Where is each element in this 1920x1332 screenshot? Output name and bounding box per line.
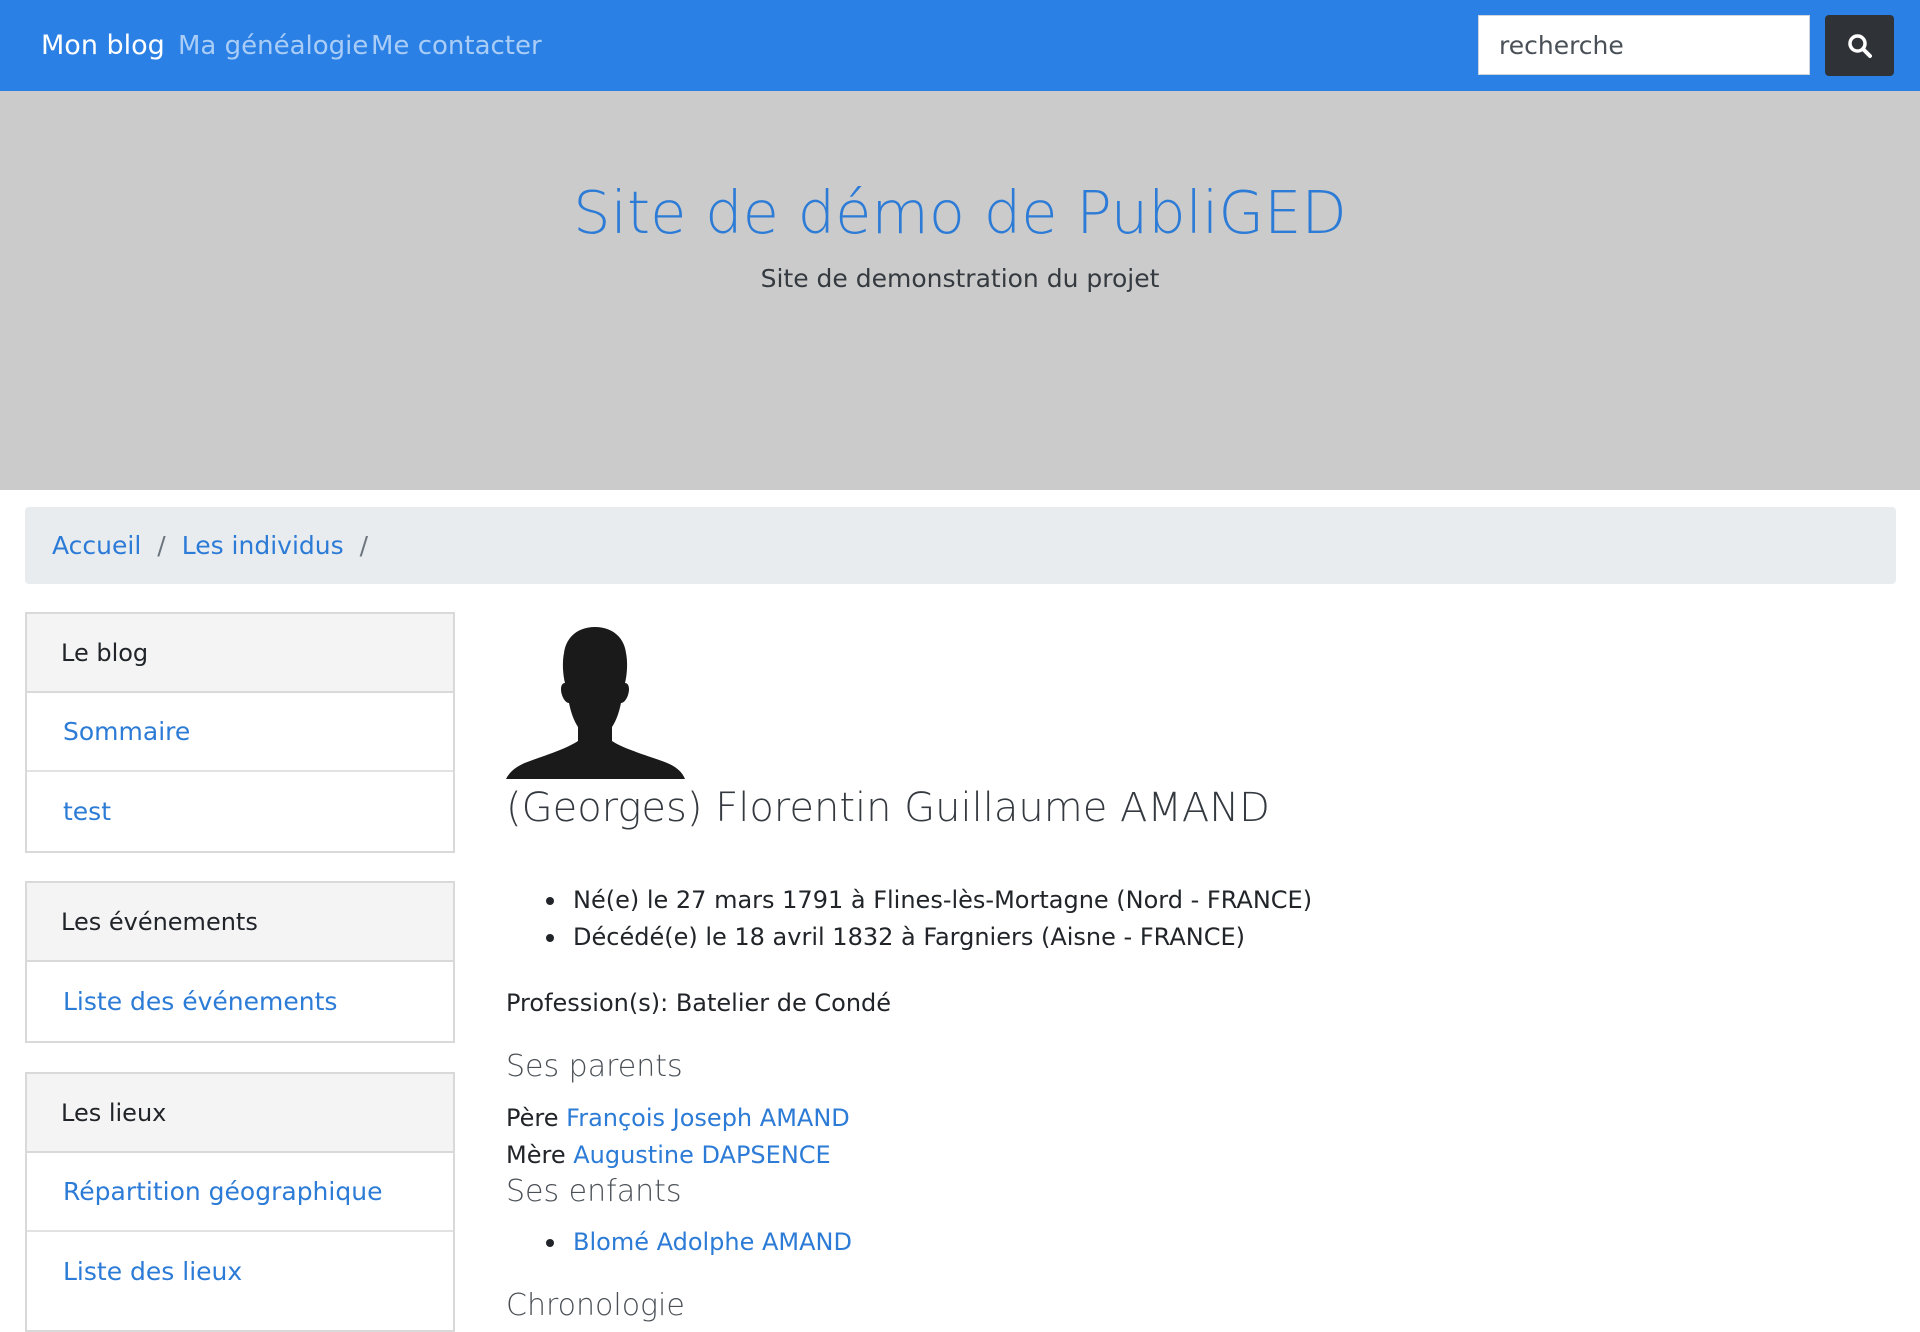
mother-link[interactable]: Augustine DAPSENCE (573, 1141, 830, 1169)
breadcrumb-separator: / (359, 531, 369, 560)
search-input[interactable] (1478, 15, 1810, 75)
chronology-heading: Chronologie (506, 1288, 685, 1323)
site-subtitle: Site de demonstration du projet (760, 264, 1160, 293)
person-silhouette-icon (506, 627, 685, 779)
card-header: Le blog (27, 614, 453, 693)
father-line: Père François Joseph AMAND (506, 1100, 850, 1136)
children-list: Blomé Adolphe AMAND (506, 1224, 852, 1261)
sidebar-item-geographic-distribution[interactable]: Répartition géographique (27, 1153, 453, 1232)
parents-heading: Ses parents (506, 1049, 683, 1084)
search-button[interactable] (1825, 15, 1894, 76)
sidebar-card-places: Les lieux Répartition géographique Liste… (25, 1072, 455, 1332)
nav-brand-link[interactable]: Mon blog (41, 27, 165, 65)
mother-label: Mère (506, 1141, 566, 1169)
death-event: Décédé(e) le 18 avril 1832 à Fargniers (… (506, 919, 1312, 956)
hero-banner: Site de démo de PubliGED Site de demonst… (0, 91, 1920, 490)
mother-line: Mère Augustine DAPSENCE (506, 1137, 831, 1173)
sidebar-item-test[interactable]: test (27, 772, 453, 851)
profession-label: Profession(s): (506, 989, 669, 1017)
sidebar-card-blog: Le blog Sommaire test (25, 612, 455, 853)
children-heading: Ses enfants (506, 1174, 682, 1209)
father-label: Père (506, 1104, 559, 1132)
sidebar-item-sommaire[interactable]: Sommaire (27, 693, 453, 772)
nav-link-genealogy[interactable]: Ma généalogie (178, 27, 368, 65)
child-link[interactable]: Blomé Adolphe AMAND (573, 1228, 852, 1256)
life-events-list: Né(e) le 27 mars 1791 à Flines-lès-Morta… (506, 882, 1312, 956)
site-title: Site de démo de PubliGED (573, 178, 1347, 247)
breadcrumb-individuals[interactable]: Les individus (182, 531, 344, 560)
top-navbar: Mon blog Ma généalogie Me contacter (0, 0, 1920, 91)
search-icon (1847, 33, 1872, 58)
father-link[interactable]: François Joseph AMAND (566, 1104, 850, 1132)
profession-line: Profession(s): Batelier de Condé (506, 985, 891, 1021)
sidebar-card-events: Les événements Liste des événements (25, 881, 455, 1043)
breadcrumb-separator: / (157, 531, 166, 560)
person-name: (Georges) Florentin Guillaume AMAND (506, 785, 1270, 831)
birth-event: Né(e) le 27 mars 1791 à Flines-lès-Morta… (506, 882, 1312, 919)
card-header: Les événements (27, 883, 453, 962)
breadcrumb-home[interactable]: Accueil (52, 531, 141, 560)
sidebar-item-place-list[interactable]: Liste des lieux (27, 1232, 453, 1311)
sidebar-item-event-list[interactable]: Liste des événements (27, 962, 453, 1041)
card-header: Les lieux (27, 1074, 453, 1153)
breadcrumb: Accueil / Les individus / (25, 507, 1896, 584)
profession-value: Batelier de Condé (675, 989, 892, 1017)
child-item: Blomé Adolphe AMAND (506, 1224, 852, 1261)
nav-link-contact[interactable]: Me contacter (371, 27, 542, 65)
